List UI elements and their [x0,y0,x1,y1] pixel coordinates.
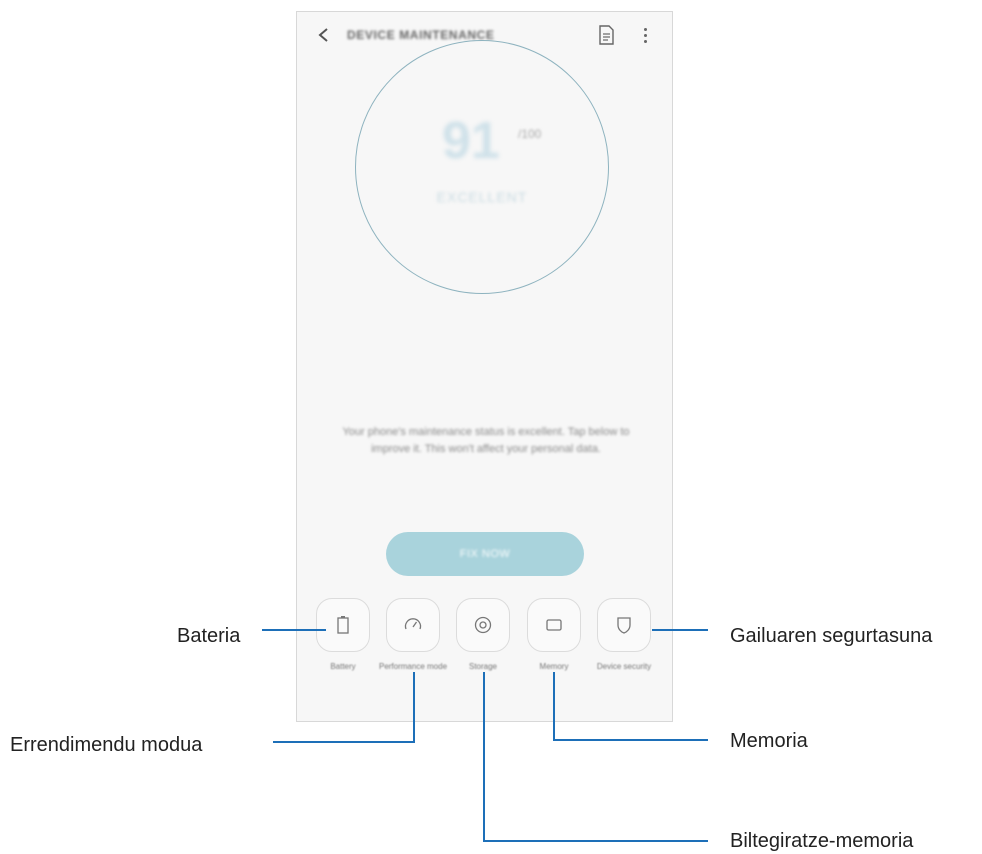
callout-errendimendu: Errendimendu modua [10,734,203,756]
battery-icon [337,616,349,634]
callout-line-biltegiratze-h [483,840,708,842]
tile-label-memory: Memory [539,662,569,671]
device-security-tile[interactable] [597,598,651,652]
score-ring: 91 /100 EXCELLENT [355,40,609,294]
battery-tile[interactable] [316,598,370,652]
fix-now-button[interactable]: FIX NOW [386,532,584,576]
callout-segurtasuna: Gailuaren segurtasuna [730,625,933,647]
document-icon [599,25,614,45]
callout-bateria: Bateria [177,625,241,647]
more-options-button[interactable] [639,24,651,46]
more-dot [643,27,647,31]
callout-line-bateria [262,629,326,631]
fix-now-label: FIX NOW [459,548,511,560]
callout-line-biltegiratze-v [483,672,485,842]
shield-icon [617,617,631,634]
callout-line-memoria-v [553,672,555,741]
storage-tile[interactable] [456,598,510,652]
status-description: Your phone's maintenance status is excel… [342,426,630,455]
tile-label-storage: Storage [468,662,498,671]
report-button[interactable] [597,25,615,45]
performance-mode-tile[interactable] [386,598,440,652]
back-button[interactable] [311,22,337,48]
callout-line-segurtasuna [652,629,708,631]
tile-label-security: Device security [596,662,652,671]
callout-line-errendimendu-h [273,741,415,743]
phone-screen: DEVICE MAINTENANCE 91 /100 EXCELLENT You… [296,11,673,722]
back-arrow-icon [318,28,328,42]
callout-biltegiratze: Biltegiratze-memoria [730,830,914,852]
more-dot [643,39,647,43]
memory-tile[interactable] [527,598,581,652]
callout-line-memoria-h [553,739,708,741]
storage-icon [474,616,492,634]
tile-label-battery: Battery [330,662,356,671]
speedometer-icon [404,618,422,630]
callout-line-errendimendu-v [413,672,415,743]
score-unit: /100 [518,127,542,141]
score-status: EXCELLENT [436,189,528,205]
tile-label-performance: Performance mode [378,662,448,671]
memory-icon [546,619,562,631]
more-dot [643,33,647,37]
score-value: 91 [442,112,500,170]
callout-memoria: Memoria [730,730,808,752]
